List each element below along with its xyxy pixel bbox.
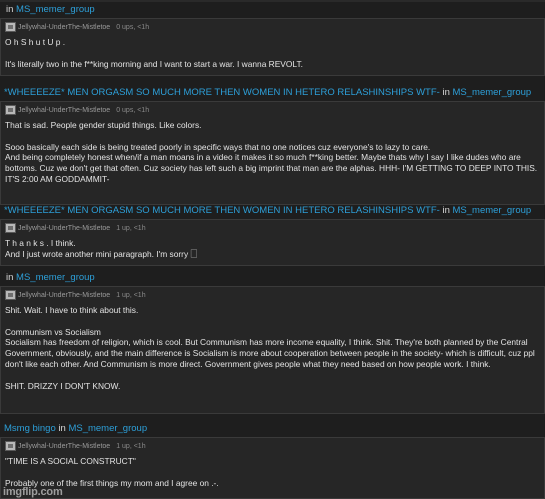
comment-box: Jellywhal-UnderThe-Mistletoe 1 up, <1h T… [0, 219, 545, 266]
comment-text: T h a n k s . I think. And I just wrote … [5, 238, 198, 259]
vote-stats: 1 up, <1h [116, 442, 146, 450]
comment-text: O h S h u t U p . It's literally two in … [5, 37, 303, 69]
vote-stats: 0 ups, <1h [116, 106, 150, 114]
avatar[interactable] [5, 223, 16, 233]
username-link[interactable]: Jellywhal-UnderThe-Mistletoe [18, 107, 110, 114]
in-label: in [442, 205, 450, 216]
in-label: in [6, 4, 14, 15]
stream-link[interactable]: MS_memer_group [453, 205, 532, 216]
top-edge [0, 0, 545, 2]
avatar[interactable] [5, 290, 16, 300]
username-link[interactable]: Jellywhal-UnderThe-Mistletoe [18, 225, 110, 232]
username-link[interactable]: Jellywhal-UnderThe-Mistletoe [18, 443, 110, 450]
avatar[interactable] [5, 441, 16, 451]
username-link[interactable]: Jellywhal-UnderThe-Mistletoe [18, 292, 110, 299]
vote-stats: 1 up, <1h [116, 291, 146, 299]
username-link[interactable]: Jellywhal-UnderThe-Mistletoe [18, 24, 110, 31]
comment-meta: Jellywhal-UnderThe-Mistletoe 1 up, <1h [5, 441, 146, 451]
post-reference: *WHEEEEZE* MEN ORGASM SO MUCH MORE THEN … [0, 86, 531, 99]
vote-stats: 0 ups, <1h [116, 23, 150, 31]
stream-link[interactable]: MS_memer_group [68, 423, 147, 434]
post-reference: in MS_memer_group [2, 271, 95, 284]
comment-box: Jellywhal-UnderThe-Mistletoe 1 up, <1h S… [0, 286, 545, 414]
post-title-link[interactable]: *WHEEEEZE* MEN ORGASM SO MUCH MORE THEN … [4, 205, 440, 216]
post-reference: in MS_memer_group [2, 3, 95, 16]
vote-stats: 1 up, <1h [116, 224, 146, 232]
watermark: imgflip.com [3, 486, 63, 498]
post-reference: Msmg bingo in MS_memer_group [0, 422, 147, 435]
post-title-link[interactable]: *WHEEEEZE* MEN ORGASM SO MUCH MORE THEN … [4, 87, 440, 98]
comment-box: Jellywhal-UnderThe-Mistletoe 0 ups, <1h … [0, 18, 545, 76]
comment-meta: Jellywhal-UnderThe-Mistletoe 1 up, <1h [5, 290, 146, 300]
comment-meta: Jellywhal-UnderThe-Mistletoe 0 ups, <1h [5, 105, 149, 115]
stream-link[interactable]: MS_memer_group [16, 272, 95, 283]
comment-meta: Jellywhal-UnderThe-Mistletoe 1 up, <1h [5, 223, 146, 233]
avatar[interactable] [5, 105, 16, 115]
comment-text: That is sad. People gender stupid things… [5, 120, 538, 184]
in-label: in [6, 272, 14, 283]
post-title-link[interactable]: Msmg bingo [4, 423, 56, 434]
stream-link[interactable]: MS_memer_group [16, 4, 95, 15]
stream-link[interactable]: MS_memer_group [453, 87, 532, 98]
post-reference: *WHEEEEZE* MEN ORGASM SO MUCH MORE THEN … [0, 204, 531, 217]
comment-text: "TIME IS A SOCIAL CONSTRUCT" Probably on… [5, 456, 219, 488]
comment-text: Shit. Wait. I have to think about this. … [5, 305, 535, 391]
comment-box: Jellywhal-UnderThe-Mistletoe 1 up, <1h "… [0, 437, 545, 499]
in-label: in [442, 87, 450, 98]
in-label: in [58, 423, 66, 434]
avatar[interactable] [5, 22, 16, 32]
comment-box: Jellywhal-UnderThe-Mistletoe 0 ups, <1h … [0, 101, 545, 205]
comment-meta: Jellywhal-UnderThe-Mistletoe 0 ups, <1h [5, 22, 149, 32]
